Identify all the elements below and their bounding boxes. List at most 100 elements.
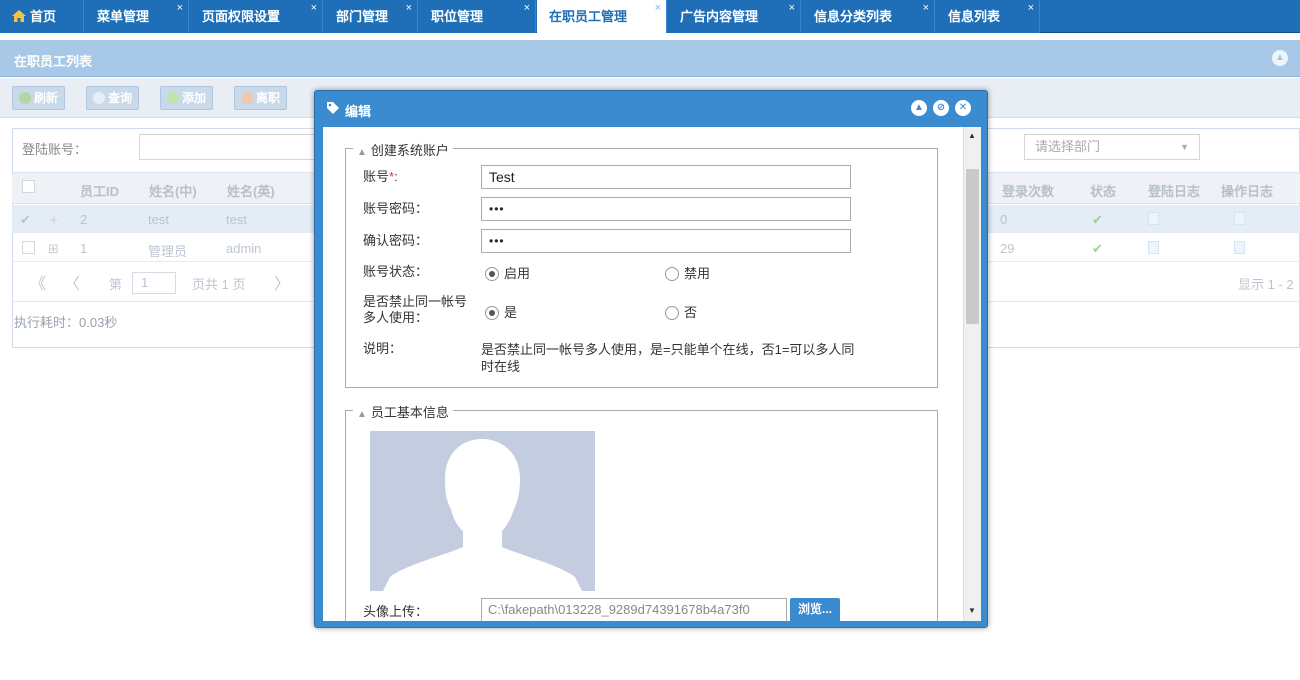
account-label: 账号*: bbox=[363, 169, 398, 184]
expand-icon[interactable]: + bbox=[50, 212, 58, 227]
tab-position-manage[interactable]: 职位管理 × bbox=[419, 0, 536, 33]
col-name-cn[interactable]: 姓名(中) bbox=[149, 181, 197, 200]
page-total: 页共 1 页 bbox=[192, 277, 246, 292]
tab-dept-manage[interactable]: 部门管理 × bbox=[324, 0, 418, 33]
tab-ad-content[interactable]: 广告内容管理 × bbox=[668, 0, 801, 33]
row-checkbox[interactable] bbox=[22, 241, 35, 254]
user-icon bbox=[241, 92, 253, 104]
status-check-icon: ✔ bbox=[1092, 241, 1103, 256]
close-icon[interactable]: × bbox=[789, 0, 795, 25]
tab-label: 广告内容管理 bbox=[680, 9, 759, 24]
close-icon[interactable]: × bbox=[524, 0, 530, 25]
operation-log-icon[interactable] bbox=[1234, 212, 1245, 228]
leave-label: 离职 bbox=[256, 91, 281, 105]
login-filter-input[interactable] bbox=[139, 134, 319, 160]
description-label: 说明： bbox=[363, 341, 403, 356]
login-log-icon[interactable] bbox=[1148, 212, 1159, 228]
close-icon[interactable]: × bbox=[177, 0, 183, 25]
add-button[interactable]: 添加 bbox=[160, 86, 214, 110]
next-page-icon[interactable]: 〉 bbox=[274, 270, 290, 294]
refresh-label: 刷新 bbox=[34, 91, 59, 105]
account-legend[interactable]: ▲ 创建系统账户 bbox=[353, 140, 453, 159]
avatar-file-input[interactable]: C:\fakepath\013228_9289d74391678b4a73f0 bbox=[481, 598, 787, 621]
scrollbar-thumb[interactable] bbox=[966, 169, 979, 324]
status-disable-label: 禁用 bbox=[684, 266, 711, 281]
dept-select-placeholder: 请选择部门 bbox=[1035, 139, 1101, 154]
multi-yes-radio[interactable]: 是 bbox=[485, 302, 517, 321]
tab-info-category[interactable]: 信息分类列表 × bbox=[802, 0, 935, 33]
basic-info-legend-label: 员工基本信息 bbox=[370, 405, 449, 420]
expand-icon[interactable]: ⊞ bbox=[48, 241, 59, 257]
multi-no-label: 否 bbox=[684, 305, 698, 320]
status-enable-radio[interactable]: 启用 bbox=[485, 263, 530, 282]
tab-label: 信息分类列表 bbox=[814, 9, 893, 24]
login-log-icon[interactable] bbox=[1148, 241, 1159, 257]
avatar bbox=[370, 431, 595, 591]
status-enable-label: 启用 bbox=[504, 266, 531, 281]
close-icon[interactable]: ✕ bbox=[955, 100, 971, 116]
check-icon[interactable]: ✔ bbox=[20, 212, 31, 228]
collapse-icon[interactable]: ▲ bbox=[911, 100, 927, 116]
edit-dialog: 编辑 ▲ ⊘ ✕ ▲ 创建系统账户 账号*: Test 账号密码： ••• 确认密… bbox=[314, 90, 988, 628]
tab-label: 在职员工管理 bbox=[549, 9, 628, 24]
tab-home[interactable]: 首页 bbox=[0, 0, 84, 33]
panel-title: 在职员工列表 bbox=[14, 54, 93, 69]
tab-info-list[interactable]: 信息列表 × bbox=[936, 0, 1040, 33]
leave-button[interactable]: 离职 bbox=[234, 86, 288, 110]
close-icon[interactable]: × bbox=[655, 0, 661, 25]
cell-login-count: 29 bbox=[1000, 241, 1015, 256]
col-employee-id[interactable]: 员工ID bbox=[80, 181, 119, 200]
minimize-icon[interactable]: ⊘ bbox=[933, 100, 949, 116]
close-icon[interactable]: × bbox=[311, 0, 317, 25]
tab-label: 首页 bbox=[30, 9, 57, 24]
multi-login-label: 是否禁止同一帐号多人使用： bbox=[363, 294, 468, 325]
radio-checked-icon bbox=[485, 267, 499, 281]
refresh-button[interactable]: 刷新 bbox=[12, 86, 66, 110]
tab-label: 部门管理 bbox=[336, 9, 389, 24]
scroll-down-icon[interactable]: ▼ bbox=[968, 606, 976, 615]
cell-id: 1 bbox=[80, 241, 88, 256]
cell-id: 2 bbox=[80, 212, 88, 227]
login-filter-label: 登陆账号： bbox=[22, 142, 88, 157]
required-icon: * bbox=[389, 169, 395, 184]
col-status[interactable]: 状态 bbox=[1090, 181, 1116, 200]
tab-label: 信息列表 bbox=[948, 9, 1001, 24]
refresh-icon bbox=[19, 92, 31, 104]
col-login-log[interactable]: 登陆日志 bbox=[1148, 181, 1200, 200]
basic-info-legend[interactable]: ▲ 员工基本信息 bbox=[353, 402, 453, 421]
tab-page-permission[interactable]: 页面权限设置 × bbox=[190, 0, 323, 33]
multi-yes-label: 是 bbox=[504, 305, 518, 320]
browse-button[interactable]: 浏览... bbox=[790, 598, 841, 621]
password-input[interactable]: ••• bbox=[481, 197, 851, 221]
account-status-label: 账号状态： bbox=[363, 264, 429, 279]
dialog-scrollbar[interactable]: ▲ ▼ bbox=[963, 127, 981, 621]
triangle-up-icon: ▲ bbox=[357, 409, 367, 420]
col-login-count[interactable]: 登录次数 bbox=[1002, 181, 1054, 200]
account-input[interactable]: Test bbox=[481, 165, 851, 189]
dept-select[interactable]: 请选择部门 ▼ bbox=[1024, 134, 1200, 160]
chevron-down-icon: ▼ bbox=[1180, 142, 1189, 152]
confirm-password-input[interactable]: ••• bbox=[481, 229, 851, 253]
panel-header: 在职员工列表 ▲ bbox=[0, 40, 1300, 77]
close-icon[interactable]: × bbox=[1028, 0, 1034, 25]
query-button[interactable]: 查询 bbox=[86, 86, 140, 110]
cell-name-cn: 管理员 bbox=[148, 244, 188, 259]
col-name-en[interactable]: 姓名(英) bbox=[227, 181, 275, 200]
first-page-icon[interactable]: 《 bbox=[30, 270, 46, 294]
multi-no-radio[interactable]: 否 bbox=[665, 302, 697, 321]
page-number-input[interactable]: 1 bbox=[132, 272, 176, 294]
prev-page-icon[interactable]: 〈 bbox=[64, 270, 80, 294]
tab-employee-manage[interactable]: 在职员工管理 × bbox=[537, 0, 667, 33]
tab-menu-manage[interactable]: 菜单管理 × bbox=[85, 0, 189, 33]
status-disable-radio[interactable]: 禁用 bbox=[665, 263, 710, 282]
close-icon[interactable]: × bbox=[923, 0, 929, 25]
search-icon bbox=[93, 92, 105, 104]
col-operation-log[interactable]: 操作日志 bbox=[1221, 181, 1273, 200]
select-all-checkbox[interactable] bbox=[22, 180, 35, 193]
collapse-icon[interactable]: ▲ bbox=[1272, 50, 1288, 66]
close-icon[interactable]: × bbox=[406, 0, 412, 25]
dialog-title: 编辑 bbox=[345, 104, 372, 119]
scroll-up-icon[interactable]: ▲ bbox=[968, 131, 976, 140]
home-icon bbox=[12, 10, 26, 22]
operation-log-icon[interactable] bbox=[1234, 241, 1245, 257]
